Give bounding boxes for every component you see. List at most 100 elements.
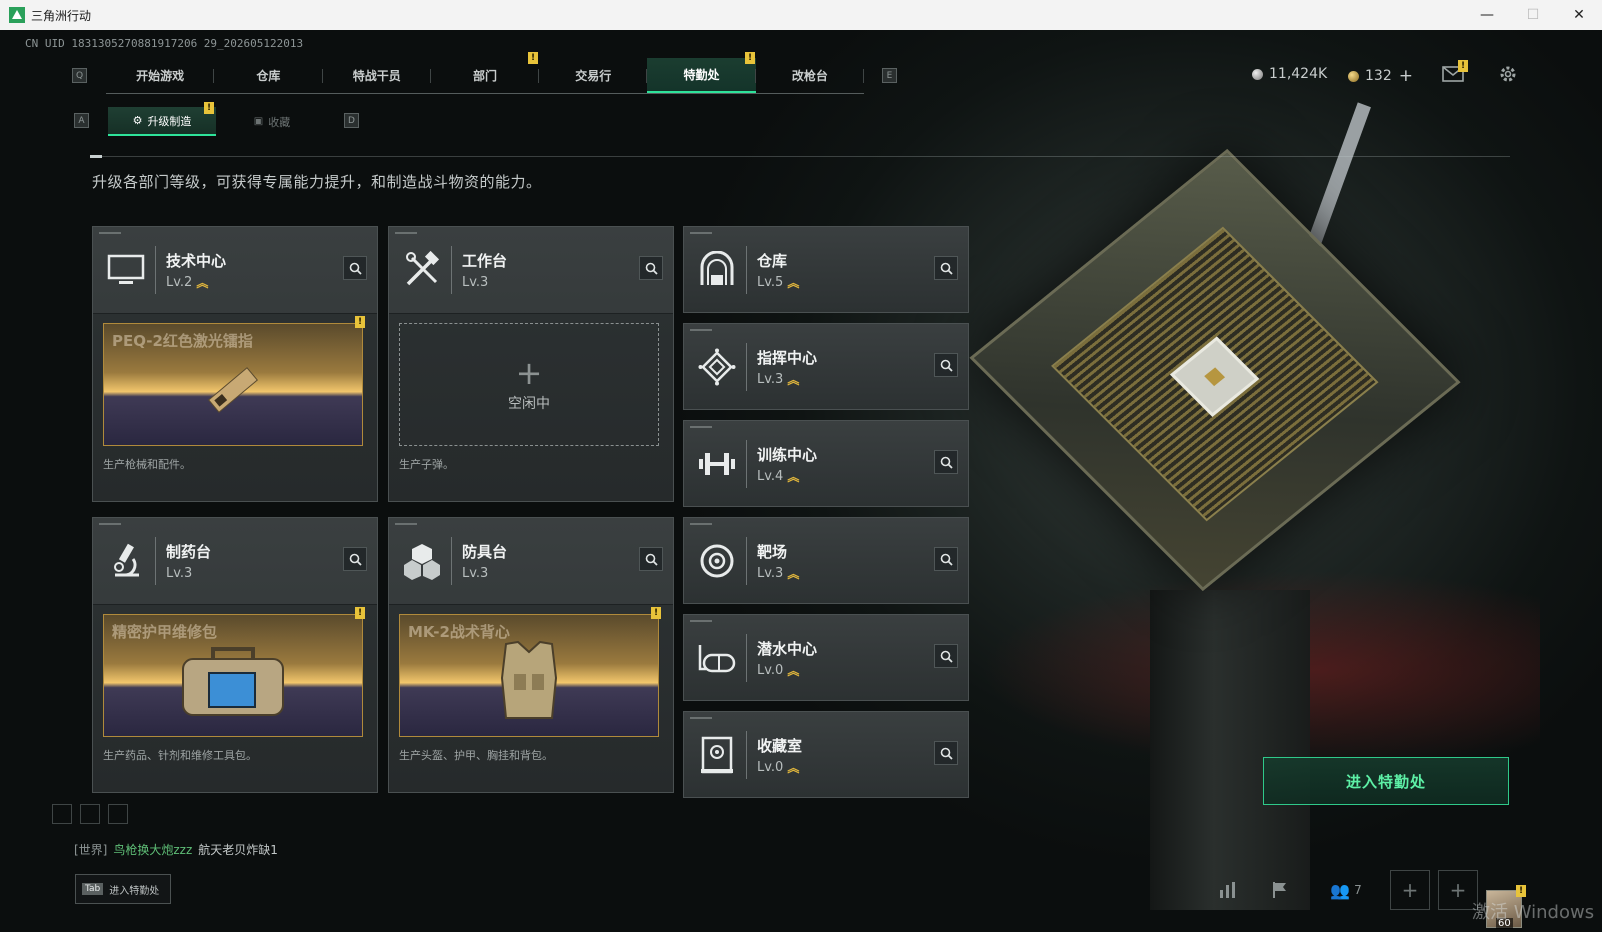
diving-mask-icon [694, 635, 740, 681]
dept-card-shooting-range[interactable]: 靶场 Lv.3 ︽ [683, 517, 969, 604]
add-teammate-button-1[interactable]: + [1390, 870, 1430, 910]
subtab-collection[interactable]: ▣ 收藏 [218, 107, 326, 136]
flag-icon[interactable] [1266, 872, 1294, 908]
expand-icon[interactable] [52, 804, 72, 824]
friends-icon: 👥 [1330, 880, 1351, 900]
header-divider [90, 156, 1510, 157]
search-icon[interactable] [343, 256, 367, 280]
dept-card-warehouse[interactable]: 仓库 Lv.5 ︽ [683, 226, 969, 313]
background-pillar [1150, 590, 1310, 910]
production-slot[interactable]: 精密护甲维修包 ! 生产药品、针剂和维修工具包。 [93, 604, 377, 792]
enter-special-ops-button[interactable]: 进入特勤处 [1263, 757, 1509, 805]
search-icon[interactable] [343, 547, 367, 571]
add-icon: + [515, 353, 543, 392]
gold-coin-icon [1348, 70, 1359, 82]
dept-name: 工作台 [462, 252, 508, 270]
idle-label: 空闲中 [508, 395, 550, 412]
gold-currency[interactable]: 132 + [1348, 66, 1413, 86]
chat-message: 航天老贝炸缺1 [198, 843, 278, 857]
tab-gunsmith[interactable]: 改枪台 [756, 58, 865, 93]
search-icon[interactable] [934, 644, 958, 668]
tab-departments[interactable]: 部门 [431, 58, 540, 93]
search-icon[interactable] [934, 741, 958, 765]
minimize-button[interactable]: — [1464, 0, 1510, 30]
dept-level: Lv.2 ︽ [166, 275, 209, 290]
dept-level: Lv.3 ︽ [757, 566, 800, 581]
cube-interior [1051, 226, 1379, 522]
gear-icon[interactable] [1496, 62, 1520, 86]
dept-card-pharmacy[interactable]: 制药台 Lv.3 精密护甲维修包 ! 生产药品、针剂和维修工具包。 [92, 517, 378, 793]
dept-level: Lv.3 [462, 275, 489, 290]
subtab-upgrade-craft[interactable]: ⚙ 升级制造 [108, 107, 216, 136]
dept-card-collection-room[interactable]: 收藏室 Lv.0 ︽ [683, 711, 969, 798]
search-icon[interactable] [934, 450, 958, 474]
close-button[interactable]: ✕ [1556, 0, 1602, 30]
tab-key: Tab [82, 883, 104, 895]
target-icon [694, 538, 740, 584]
collection-icon: ▣ [253, 116, 264, 127]
maximize-button[interactable]: ☐ [1510, 0, 1556, 30]
chat-channel: [世界] [74, 843, 108, 857]
silver-currency: 11,424K [1252, 66, 1327, 82]
craft-icon: ⚙ [132, 114, 143, 127]
product-image[interactable]: 精密护甲维修包 [103, 614, 363, 737]
dept-level: Lv.3 ︽ [757, 372, 800, 387]
vault-icon [694, 732, 740, 778]
friends-button[interactable]: 👥 7 [1324, 872, 1368, 908]
chat-username[interactable]: 鸟枪换大炮zzz [113, 841, 192, 858]
subtab-collection-label: 收藏 [268, 115, 291, 129]
search-icon[interactable] [639, 256, 663, 280]
activation-watermark: 激活 Windows [1472, 902, 1595, 923]
idle-slot[interactable]: + 空闲中 [399, 323, 659, 446]
upgrade-available-icon: ︽ [787, 663, 800, 678]
world-chat[interactable]: [世界] 鸟枪换大炮zzz 航天老贝炸缺1 [74, 841, 278, 858]
tab-operators[interactable]: 特战干员 [323, 58, 432, 93]
game-viewport: CN UID 1831305270881917206 29_2026051220… [0, 30, 1602, 932]
silver-amount: 11,424K [1269, 66, 1328, 82]
upgrade-alert-icon: ! [204, 102, 214, 114]
tab-enter-hint[interactable]: Tab 进入特勤处 [75, 874, 171, 904]
tab-trading[interactable]: 交易行 [539, 58, 648, 93]
production-description: 生产头盔、护甲、胸挂和背包。 [399, 749, 553, 762]
tactical-vest-image [400, 633, 658, 728]
window-titlebar: 三角洲行动 — ☐ ✕ [0, 0, 1602, 30]
layout-icon[interactable] [80, 804, 100, 824]
cube-core [1169, 336, 1260, 417]
tab-special-ops[interactable]: 特勤处 [647, 58, 756, 93]
nav-key-e: E [882, 68, 897, 83]
tab-start-game[interactable]: 开始游戏 [106, 58, 215, 93]
production-slot[interactable]: MK-2战术背心 ! 生产头盔、护甲、胸挂和背包。 [389, 604, 673, 792]
fullscreen-icon[interactable] [108, 804, 128, 824]
warehouse-icon [694, 247, 740, 293]
search-icon[interactable] [934, 256, 958, 280]
production-slot[interactable]: PEQ-2红色激光镭指 ! 生产枪械和配件。 [93, 313, 377, 501]
dept-card-tech-center[interactable]: 技术中心 Lv.2 ︽ PEQ-2红色激光镭指 ! 生产枪械和配件。 [92, 226, 378, 502]
add-currency-button[interactable]: + [1399, 66, 1413, 86]
silver-coin-icon [1252, 68, 1263, 80]
dept-card-armor-bench[interactable]: 防具台 Lv.3 MK-2战术背心 ! 生产头盔、护甲、胸挂和背包。 [388, 517, 674, 793]
dept-level: Lv.3 [166, 566, 193, 581]
product-image[interactable]: PEQ-2红色激光镭指 [103, 323, 363, 446]
stats-icon[interactable] [1214, 872, 1242, 908]
production-description: 生产枪械和配件。 [103, 458, 191, 471]
dept-name: 收藏室 [757, 737, 803, 755]
dept-name: 仓库 [757, 252, 788, 270]
dept-card-command-center[interactable]: 指挥中心 Lv.3 ︽ [683, 323, 969, 410]
dept-level: Lv.4 ︽ [757, 469, 800, 484]
production-slot[interactable]: + 空闲中 生产子弹。 [389, 313, 673, 501]
search-icon[interactable] [934, 353, 958, 377]
dept-card-workbench[interactable]: 工作台 Lv.3 + 空闲中 生产子弹。 [388, 226, 674, 502]
search-icon[interactable] [934, 547, 958, 571]
armor-blocks-icon [399, 538, 445, 584]
search-icon[interactable] [639, 547, 663, 571]
app-logo-icon [9, 7, 25, 23]
dept-level: Lv.3 [462, 566, 489, 581]
product-alert-icon: ! [651, 607, 661, 619]
product-image[interactable]: MK-2战术背心 [399, 614, 659, 737]
laser-sight-image [104, 342, 362, 437]
dept-card-training-center[interactable]: 训练中心 Lv.4 ︽ [683, 420, 969, 507]
production-description: 生产子弹。 [399, 458, 454, 471]
dept-name: 指挥中心 [757, 349, 818, 367]
dept-card-diving-center[interactable]: 潜水中心 Lv.0 ︽ [683, 614, 969, 701]
tab-warehouse[interactable]: 仓库 [214, 58, 323, 93]
